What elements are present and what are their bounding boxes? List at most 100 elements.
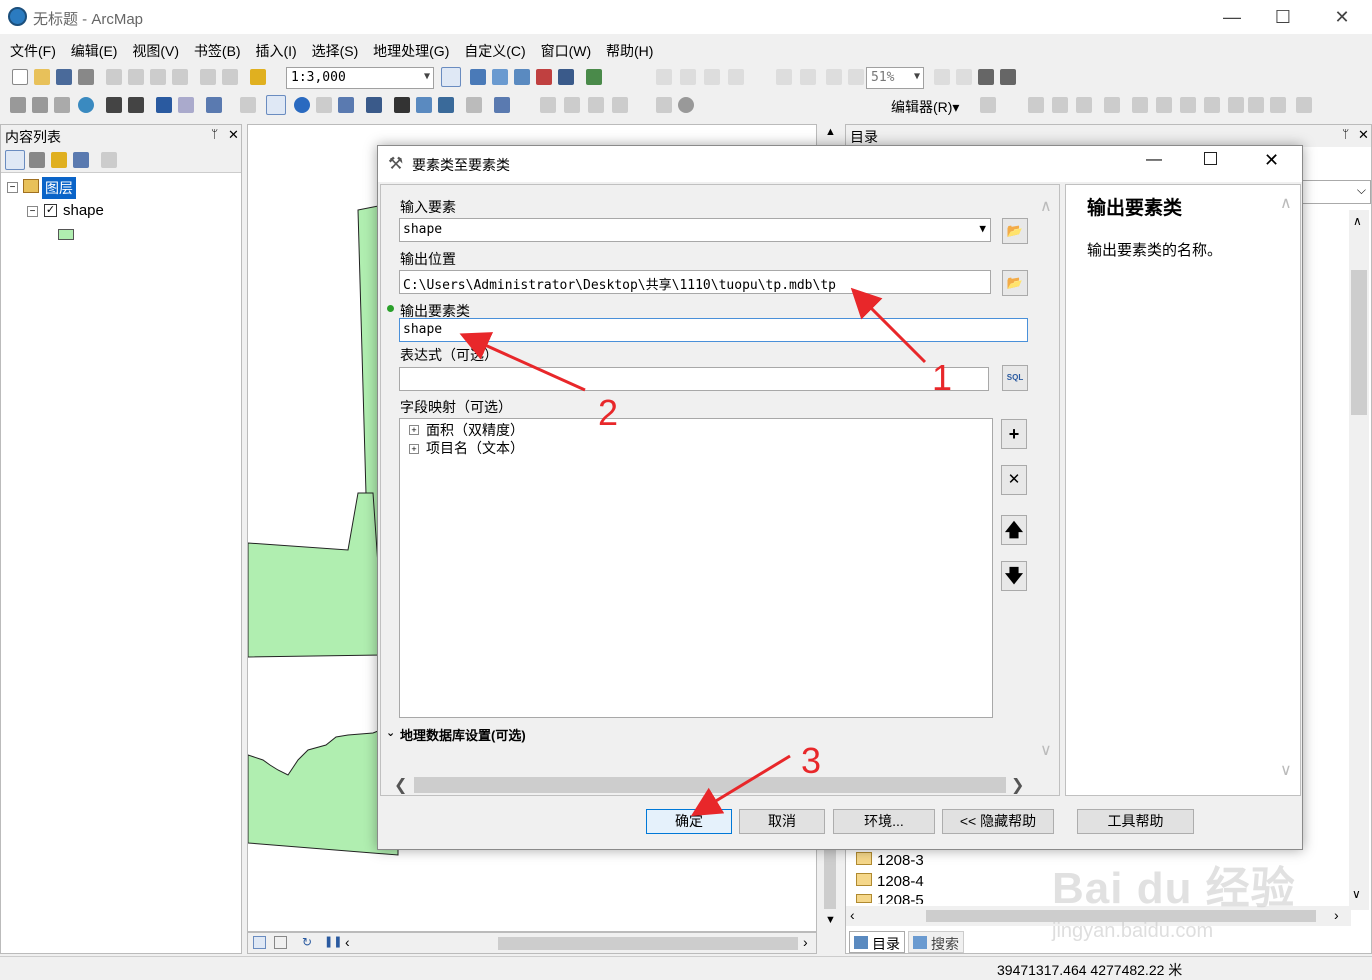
pan-layout-icon[interactable] [704, 69, 720, 85]
field-item[interactable]: 面积（双精度） [426, 420, 524, 440]
menu-selection[interactable]: 选择(S) [307, 38, 364, 64]
split-icon[interactable] [1204, 97, 1220, 113]
collapse-icon[interactable]: − [7, 182, 18, 193]
add-field-icon[interactable]: + [1001, 419, 1027, 449]
folder-open-icon[interactable]: 📂 [1002, 270, 1028, 296]
horizontal-scrollbar-thumb[interactable] [414, 777, 1006, 793]
scroll-right-icon[interactable]: ❯ [1011, 775, 1024, 795]
zoom-in-fixed-icon[interactable] [656, 69, 672, 85]
delete-icon[interactable] [172, 69, 188, 85]
sql-query-builder-icon[interactable]: SQL [1002, 365, 1028, 391]
go-back-icon[interactable] [156, 97, 172, 113]
edit-tool-icon[interactable] [540, 97, 556, 113]
scroll-down-icon[interactable]: ▼ [825, 914, 836, 926]
field-map-list[interactable]: + 面积（双精度） + 项目名（文本） [399, 418, 993, 718]
snap-icon[interactable] [588, 97, 604, 113]
menu-file[interactable]: 文件(F) [5, 38, 61, 64]
go-to-xy-icon[interactable] [438, 97, 454, 113]
select-features-icon[interactable] [206, 97, 222, 113]
cut-icon[interactable] [106, 69, 122, 85]
save-icon[interactable] [56, 69, 72, 85]
tab-search[interactable]: 搜索 [908, 931, 964, 953]
table-of-contents-icon[interactable] [470, 69, 486, 85]
zoom-out-fixed-icon[interactable] [680, 69, 696, 85]
measure-icon[interactable] [366, 97, 382, 113]
geodatabase-settings-label[interactable]: 地理数据库设置(可选) [400, 725, 526, 744]
zoom-100-icon[interactable] [800, 69, 816, 85]
folder-item[interactable]: 1208-5 [877, 892, 924, 904]
horizontal-scrollbar-thumb[interactable] [498, 937, 798, 950]
identify-icon[interactable] [294, 97, 310, 113]
focus-data-frame-icon[interactable] [956, 69, 972, 85]
sketch-properties-icon[interactable] [1270, 97, 1286, 113]
menu-edit[interactable]: 编辑(E) [66, 38, 123, 64]
attributes-icon[interactable] [1248, 97, 1264, 113]
expand-icon[interactable]: + [409, 444, 419, 454]
location-combo[interactable]: ⌵ [1301, 180, 1371, 204]
layout-zoom-combo[interactable]: 51% ▼ [866, 67, 924, 89]
delete-field-icon[interactable]: ✕ [1001, 465, 1027, 495]
copy-icon[interactable] [128, 69, 144, 85]
layout-view-icon[interactable] [274, 936, 287, 949]
toggle-draft-mode-icon[interactable] [934, 69, 950, 85]
polygon-feature[interactable] [248, 492, 384, 658]
point-icon[interactable] [1104, 97, 1120, 113]
full-extent-layout-icon[interactable] [728, 69, 744, 85]
scroll-down-icon[interactable]: ∨ [1352, 887, 1361, 901]
python-window-icon[interactable] [558, 69, 574, 85]
paste-icon[interactable] [150, 69, 166, 85]
field-item[interactable]: 项目名（文本） [426, 438, 524, 458]
ok-button[interactable]: 确定 [646, 809, 732, 834]
data-frame-layers[interactable]: 图层 [42, 177, 76, 199]
find-icon[interactable] [394, 97, 410, 113]
scroll-up-icon[interactable]: ∧ [1353, 214, 1362, 228]
list-by-visibility-icon[interactable] [51, 152, 67, 168]
sphere-icon[interactable] [678, 97, 694, 113]
scroll-left-icon[interactable]: ‹ [345, 934, 350, 950]
tool-help-button[interactable]: 工具帮助 [1077, 809, 1194, 834]
maximize-button[interactable] [1204, 152, 1217, 165]
change-layout-icon[interactable] [978, 69, 994, 85]
new-icon[interactable] [12, 69, 28, 85]
straight-segment-icon[interactable] [1028, 97, 1044, 113]
scroll-left-icon[interactable]: ‹ [850, 907, 855, 923]
modelbuilder-icon[interactable] [586, 69, 602, 85]
scroll-up-icon[interactable]: ∧ [1040, 196, 1052, 216]
input-features-combo[interactable]: shape ▼ [399, 218, 991, 242]
zoom-in-icon[interactable] [10, 97, 26, 113]
redo-icon[interactable] [222, 69, 238, 85]
close-icon[interactable]: ✕ [228, 127, 239, 143]
editor-menu[interactable]: 编辑器(R)▾ [891, 97, 959, 117]
minimize-button[interactable]: — [1212, 4, 1252, 30]
undo-icon[interactable] [200, 69, 216, 85]
scroll-left-icon[interactable]: ❮ [394, 775, 407, 795]
add-data-icon[interactable] [250, 69, 266, 85]
previous-extent-layout-icon[interactable] [826, 69, 842, 85]
layer-name-shape[interactable]: shape [63, 202, 104, 219]
folder-item[interactable]: 1208-3 [877, 852, 924, 869]
polygon-symbol[interactable] [58, 229, 74, 240]
pause-drawing-icon[interactable]: ❚❚ [324, 935, 342, 948]
arctoolbox-icon[interactable] [536, 69, 552, 85]
menu-geoprocessing[interactable]: 地理处理(G) [368, 38, 454, 64]
refresh-icon[interactable]: ↻ [302, 935, 312, 949]
menu-windows[interactable]: 窗口(W) [536, 38, 597, 64]
data-view-icon[interactable] [253, 936, 266, 949]
collapse-icon[interactable]: − [27, 206, 38, 217]
time-slider-icon[interactable] [466, 97, 482, 113]
cut-polygons-icon[interactable] [1180, 97, 1196, 113]
scroll-right-icon[interactable]: › [803, 934, 808, 950]
options-icon[interactable] [101, 152, 117, 168]
close-button[interactable]: ✕ [1322, 4, 1362, 30]
close-icon[interactable]: ✕ [1358, 127, 1369, 143]
edit-arrow-icon[interactable] [980, 97, 996, 113]
full-extent-icon[interactable] [78, 97, 94, 113]
search-window-icon[interactable] [514, 69, 530, 85]
scroll-down-icon[interactable]: ∨ [1040, 740, 1052, 760]
end-point-arc-icon[interactable] [1052, 97, 1068, 113]
rotate-icon[interactable] [1228, 97, 1244, 113]
vertex-icon[interactable] [564, 97, 580, 113]
vertical-scrollbar-thumb[interactable] [824, 849, 836, 909]
environments-button[interactable]: 环境... [833, 809, 935, 834]
vertical-scrollbar-thumb[interactable] [1351, 270, 1367, 415]
